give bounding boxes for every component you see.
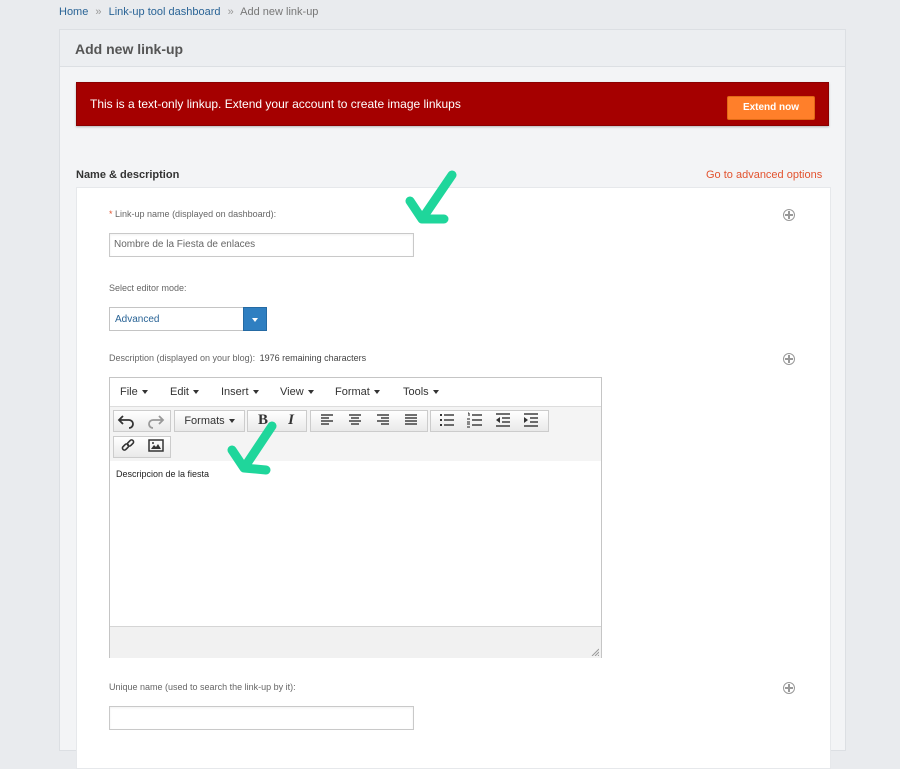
bullet-list-icon[interactable] (433, 410, 461, 432)
remaining-characters: 1976 remaining characters (259, 353, 367, 363)
advanced-options-link[interactable]: Go to advanced options (706, 169, 822, 181)
alert-message: This is a text-only linkup. Extend your … (90, 97, 461, 111)
align-center-icon[interactable] (341, 410, 369, 432)
unique-name-input[interactable] (109, 706, 414, 730)
linkup-name-input[interactable]: Nombre de la Fiesta de enlaces (109, 233, 414, 257)
editor-toolbar: Formats B I (110, 406, 601, 462)
menu-edit[interactable]: Edit (170, 386, 199, 398)
description-label: Description (displayed on your blog): 19… (109, 353, 366, 363)
menu-format[interactable]: Format (335, 386, 380, 398)
linkup-name-label-text: Link-up name (displayed on dashboard): (115, 209, 277, 219)
justify-icon[interactable] (397, 410, 425, 432)
redo-icon[interactable] (143, 410, 167, 432)
drag-handle-icon[interactable] (783, 682, 795, 694)
chevron-down-icon (307, 390, 314, 395)
drag-handle-icon[interactable] (783, 353, 795, 365)
extend-now-button[interactable]: Extend now (727, 96, 815, 120)
chevron-down-icon[interactable] (243, 307, 267, 331)
unique-name-label: Unique name (used to search the link-up … (109, 682, 296, 692)
chevron-down-icon (373, 390, 380, 395)
editor-content-area[interactable]: Descripcion de la fiesta (110, 461, 601, 624)
resize-handle-icon[interactable] (591, 648, 599, 656)
chevron-down-icon (432, 390, 439, 395)
menu-insert[interactable]: Insert (221, 386, 259, 398)
menu-tools[interactable]: Tools (403, 386, 439, 398)
align-right-icon[interactable] (369, 410, 397, 432)
link-icon[interactable] (115, 436, 141, 458)
form-box: * Link-up name (displayed on dashboard):… (76, 187, 831, 769)
chevron-down-icon (252, 390, 259, 395)
align-left-icon[interactable] (313, 410, 341, 432)
check-arrow-icon (404, 169, 460, 231)
editor-menubar: File Edit Insert View Format Tools (110, 378, 601, 406)
breadcrumb-dashboard-link[interactable]: Link-up tool dashboard (109, 6, 221, 18)
editor-mode-value: Advanced (115, 314, 160, 325)
description-content: Descripcion de la fiesta (116, 469, 210, 479)
menu-view[interactable]: View (280, 386, 314, 398)
editor-mode-label: Select editor mode: (109, 283, 187, 293)
linkup-name-label: * Link-up name (displayed on dashboard): (109, 209, 276, 219)
image-icon[interactable] (143, 436, 169, 458)
page-title: Add new link-up (75, 41, 184, 57)
editor-mode-select[interactable]: Advanced (109, 307, 267, 331)
breadcrumb-separator: » (95, 6, 102, 18)
outdent-icon[interactable] (489, 410, 517, 432)
panel-header: Add new link-up (60, 30, 845, 67)
required-mark: * (109, 209, 113, 219)
breadcrumb-separator: » (227, 6, 234, 18)
drag-handle-icon[interactable] (783, 209, 795, 221)
indent-icon[interactable] (517, 410, 545, 432)
undo-icon[interactable] (115, 410, 139, 432)
description-label-text: Description (displayed on your blog): (109, 353, 256, 363)
chevron-down-icon (192, 390, 199, 395)
editor-statusbar (110, 626, 601, 658)
breadcrumb: Home » Link-up tool dashboard » Add new … (59, 6, 318, 18)
menu-file[interactable]: File (120, 386, 148, 398)
section-title: Name & description (76, 169, 180, 181)
numbered-list-icon[interactable] (461, 410, 489, 432)
upgrade-alert: This is a text-only linkup. Extend your … (76, 82, 829, 126)
rich-text-editor: File Edit Insert View Format Tools Forma… (109, 377, 602, 658)
breadcrumb-home-link[interactable]: Home (59, 6, 88, 18)
chevron-down-icon (141, 390, 148, 395)
check-arrow-icon (226, 420, 282, 480)
main-panel: Add new link-up This is a text-only link… (59, 29, 846, 769)
breadcrumb-current: Add new link-up (240, 6, 319, 18)
